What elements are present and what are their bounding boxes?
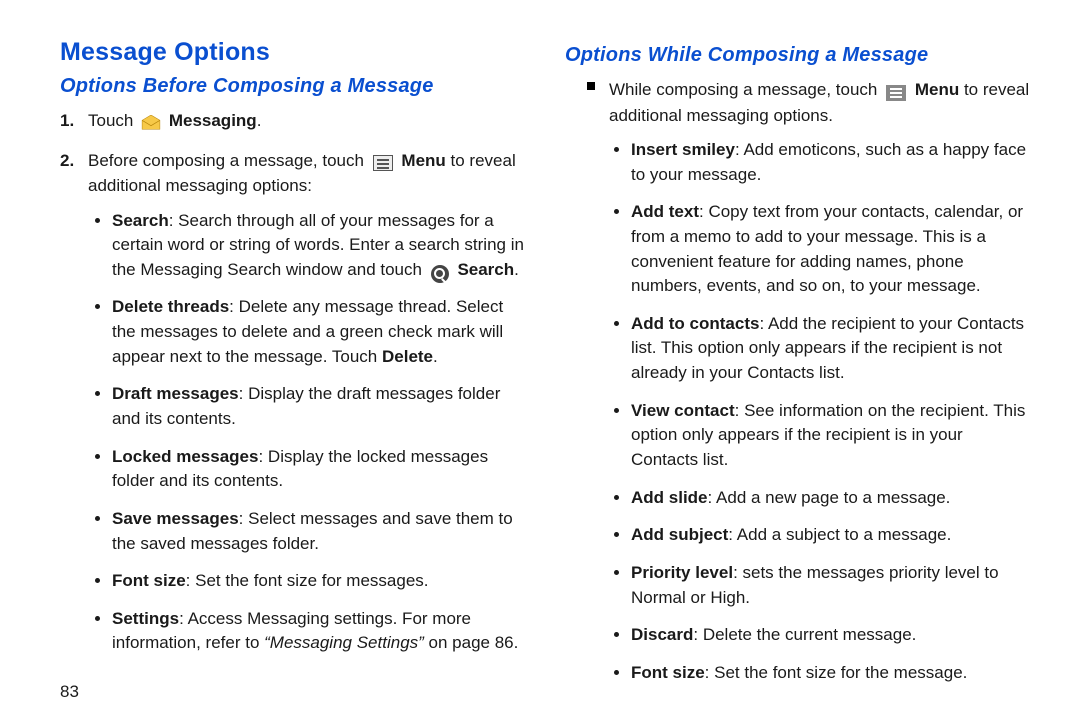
bullet-add-text: Add text: Copy text from your contacts, … bbox=[631, 200, 1030, 299]
menu-icon bbox=[886, 85, 906, 101]
bullet-add-to-contacts: Add to contacts: Add the recipient to yo… bbox=[631, 312, 1030, 386]
step-number-1: 1. bbox=[60, 108, 74, 134]
step-1-text-pre: Touch bbox=[88, 111, 138, 130]
manual-page: Message Options Options Before Composing… bbox=[0, 0, 1080, 720]
bullet-search: Search: Search through all of your messa… bbox=[112, 209, 525, 283]
bullet-insert-smiley: Insert smiley: Add emoticons, such as a … bbox=[631, 138, 1030, 187]
left-column: Message Options Options Before Composing… bbox=[60, 38, 525, 710]
bullet-settings: Settings: Access Messaging settings. For… bbox=[112, 607, 525, 656]
right-column: Options While Composing a Message While … bbox=[565, 38, 1030, 710]
step-2-text-pre: Before composing a message, touch bbox=[88, 151, 369, 170]
step-number-2: 2. bbox=[60, 148, 74, 174]
search-icon bbox=[431, 265, 449, 283]
bullet-view-contact: View contact: See information on the rec… bbox=[631, 399, 1030, 473]
bullet-add-subject: Add subject: Add a subject to a message. bbox=[631, 523, 1030, 548]
bullet-locked-messages: Locked messages: Display the locked mess… bbox=[112, 445, 525, 494]
bullet-font-size: Font size: Set the font size for message… bbox=[112, 569, 525, 594]
bullet-font-size-2: Font size: Set the font size for the mes… bbox=[631, 661, 1030, 686]
menu-icon bbox=[373, 155, 393, 171]
step-1: 1. Touch Messaging. bbox=[88, 108, 525, 134]
section-heading-while: Options While Composing a Message bbox=[565, 44, 1030, 67]
before-bullet-list: Search: Search through all of your messa… bbox=[88, 209, 525, 657]
bullet-discard: Discard: Delete the current message. bbox=[631, 623, 1030, 648]
step-1-text-post: . bbox=[257, 111, 262, 130]
section-heading-before: Options Before Composing a Message bbox=[60, 75, 525, 98]
page-number: 83 bbox=[60, 682, 525, 702]
page-title: Message Options bbox=[60, 38, 525, 67]
bullet-save-messages: Save messages: Select messages and save … bbox=[112, 507, 525, 556]
numbered-steps: 1. Touch Messaging. 2. Before composing … bbox=[88, 108, 525, 656]
lead-pre: While composing a message, touch bbox=[609, 80, 882, 99]
step-2-text-bold: Menu bbox=[401, 151, 445, 170]
while-bullet-list: Insert smiley: Add emoticons, such as a … bbox=[599, 138, 1030, 686]
lead-row: While composing a message, touch Menu to… bbox=[587, 77, 1030, 128]
envelope-icon bbox=[140, 115, 162, 131]
step-1-text-bold: Messaging bbox=[169, 111, 257, 130]
bullet-priority-level: Priority level: sets the messages priori… bbox=[631, 561, 1030, 610]
bullet-draft-messages: Draft messages: Display the draft messag… bbox=[112, 382, 525, 431]
lead-bold: Menu bbox=[915, 80, 959, 99]
square-bullet-icon bbox=[587, 82, 595, 90]
bullet-add-slide: Add slide: Add a new page to a message. bbox=[631, 486, 1030, 511]
step-2: 2. Before composing a message, touch Men… bbox=[88, 148, 525, 657]
bullet-delete-threads: Delete threads: Delete any message threa… bbox=[112, 295, 525, 369]
